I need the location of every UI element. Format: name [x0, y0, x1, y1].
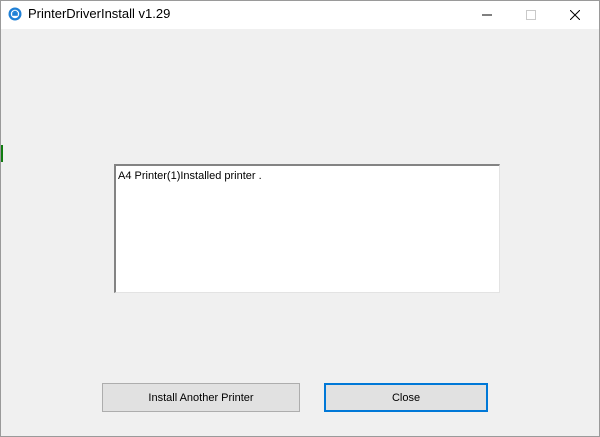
close-window-button[interactable]	[553, 1, 597, 29]
close-button[interactable]: Close	[324, 383, 488, 412]
dialog-content: A4 Printer(1)Installed printer . Install…	[1, 29, 599, 436]
window-title: PrinterDriverInstall v1.29	[28, 6, 171, 21]
maximize-button[interactable]	[509, 1, 553, 29]
edge-indicator	[1, 145, 3, 162]
minimize-icon	[482, 14, 492, 16]
install-log-textbox[interactable]: A4 Printer(1)Installed printer .	[114, 164, 500, 293]
app-icon	[8, 7, 22, 21]
title-bar[interactable]: PrinterDriverInstall v1.29	[1, 1, 599, 29]
log-line: A4 Printer(1)Installed printer .	[118, 170, 262, 182]
minimize-button[interactable]	[465, 1, 509, 29]
maximize-icon	[526, 10, 536, 20]
app-window: PrinterDriverInstall v1.29 A4 Printer(1)…	[0, 0, 600, 437]
install-another-printer-button[interactable]: Install Another Printer	[102, 383, 300, 412]
close-icon	[570, 10, 580, 20]
